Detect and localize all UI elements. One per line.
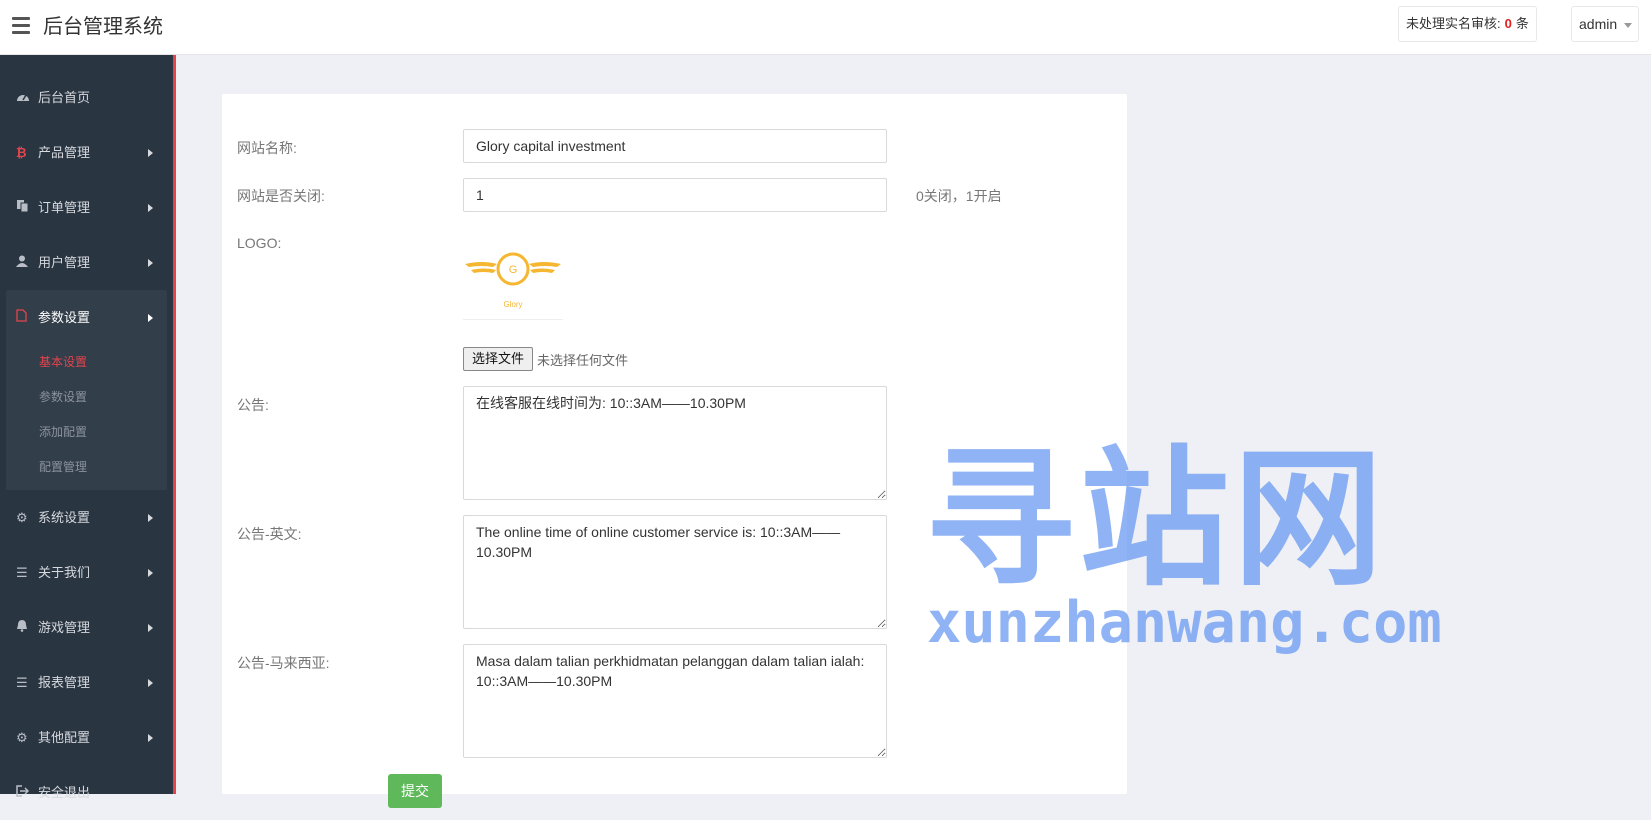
notice-en-label: 公告-英文: <box>237 526 302 542</box>
chevron-right-icon <box>148 569 153 577</box>
logo-text: Glory <box>503 300 523 309</box>
chevron-right-icon <box>148 734 153 742</box>
sidebar-item-logout[interactable]: 安全退出 <box>0 765 173 820</box>
gear-icon: ⚙ <box>16 730 28 745</box>
chevron-right-icon <box>148 679 153 687</box>
sidebar-group-params: 参数设置 基本设置 参数设置 添加配置 配置管理 <box>6 290 167 490</box>
copy-icon <box>16 180 38 235</box>
sidebar-item-label: 参数设置 <box>38 310 91 325</box>
site-closed-input[interactable] <box>463 178 887 212</box>
chevron-right-icon <box>148 624 153 632</box>
site-name-input[interactable] <box>463 129 887 163</box>
dashboard-icon <box>16 70 38 125</box>
site-closed-hint: 0关闭，1开启 <box>916 188 1002 204</box>
pending-count: 0 <box>1504 16 1512 31</box>
sidebar-item-label: 安全退出 <box>38 785 91 800</box>
sidebar-item-label: 报表管理 <box>38 675 91 690</box>
logo-file-picker: 选择文件 未选择任何文件 <box>463 347 628 371</box>
hamburger-menu-icon[interactable] <box>12 17 30 37</box>
sidebar-item-dashboard[interactable]: 后台首页 <box>0 70 173 125</box>
glory-logo-icon: G <box>465 252 561 286</box>
logo-letter: G <box>509 264 518 276</box>
username: admin <box>1579 16 1618 32</box>
site-closed-label: 网站是否关闭: <box>237 188 325 204</box>
settings-form-panel: 网站名称: 网站是否关闭: 0关闭，1开启 LOGO: G Glory 选择文件… <box>222 94 1127 808</box>
file-status: 未选择任何文件 <box>537 352 629 368</box>
sidebar-item-reports[interactable]: ☰ 报表管理 <box>0 655 173 710</box>
choose-file-button[interactable]: 选择文件 <box>463 347 534 371</box>
sidebar-item-other-config[interactable]: ⚙ 其他配置 <box>0 710 173 765</box>
site-name-label: 网站名称: <box>237 140 297 156</box>
sidebar-item-params[interactable]: 参数设置 <box>6 290 167 345</box>
file-icon <box>16 290 38 345</box>
user-dropdown[interactable]: admin <box>1571 6 1639 42</box>
sidebar-subitem-basic-settings[interactable]: 基本设置 <box>6 345 167 380</box>
submit-button[interactable]: 提交 <box>388 774 442 808</box>
user-icon <box>16 235 38 290</box>
chevron-right-icon <box>148 149 153 157</box>
sidebar-item-products[interactable]: ₿ 产品管理 <box>0 125 173 180</box>
sidebar-item-label: 游戏管理 <box>38 620 91 635</box>
pending-label: 未处理实名审核: <box>1406 16 1501 31</box>
cogs-icon: ⚙ <box>16 510 28 525</box>
sidebar-item-label: 产品管理 <box>38 145 91 160</box>
bell-icon <box>16 600 38 655</box>
sidebar: 后台首页 ₿ 产品管理 订单管理 用户管理 参数设置 基本设置 参数设置 添加配置… <box>0 55 176 800</box>
sidebar-subitem-param-settings[interactable]: 参数设置 <box>6 380 167 415</box>
notice-en-textarea[interactable]: The online time of online customer servi… <box>463 515 887 629</box>
caret-down-icon <box>1624 23 1632 28</box>
sidebar-subitem-config-manage[interactable]: 配置管理 <box>6 450 167 485</box>
sign-out-icon <box>16 765 38 820</box>
notice-label: 公告: <box>237 397 269 413</box>
notice-my-textarea[interactable]: Masa dalam talian perkhidmatan pelanggan… <box>463 644 887 758</box>
logo-label: LOGO: <box>237 235 282 251</box>
sidebar-item-system[interactable]: ⚙ 系统设置 <box>0 490 173 545</box>
list-icon: ☰ <box>16 565 28 580</box>
sidebar-subitem-add-config[interactable]: 添加配置 <box>6 415 167 450</box>
list-icon: ☰ <box>16 675 28 690</box>
chevron-right-icon <box>148 514 153 522</box>
chevron-right-icon <box>148 314 153 322</box>
sidebar-item-orders[interactable]: 订单管理 <box>0 180 173 235</box>
sidebar-item-label: 订单管理 <box>38 200 91 215</box>
bitcoin-icon: ₿ <box>16 145 27 160</box>
logo-preview: G Glory <box>463 242 563 320</box>
notice-my-label: 公告-马来西亚: <box>237 655 330 671</box>
sidebar-item-label: 其他配置 <box>38 730 91 745</box>
chevron-right-icon <box>148 204 153 212</box>
sidebar-item-label: 后台首页 <box>38 90 91 105</box>
top-header: 后台管理系统 未处理实名审核: 0 条 admin <box>0 0 1651 55</box>
sidebar-item-label: 系统设置 <box>38 510 91 525</box>
sidebar-item-users[interactable]: 用户管理 <box>0 235 173 290</box>
pending-verification-notice[interactable]: 未处理实名审核: 0 条 <box>1398 6 1537 42</box>
app-title: 后台管理系统 <box>43 16 163 38</box>
sidebar-item-label: 关于我们 <box>38 565 91 580</box>
sidebar-item-label: 用户管理 <box>38 255 91 270</box>
notice-textarea[interactable]: 在线客服在线时间为: 10::3AM——10.30PM <box>463 386 887 500</box>
chevron-right-icon <box>148 259 153 267</box>
sidebar-item-games[interactable]: 游戏管理 <box>0 600 173 655</box>
sidebar-item-about[interactable]: ☰ 关于我们 <box>0 545 173 600</box>
pending-unit: 条 <box>1515 16 1529 31</box>
